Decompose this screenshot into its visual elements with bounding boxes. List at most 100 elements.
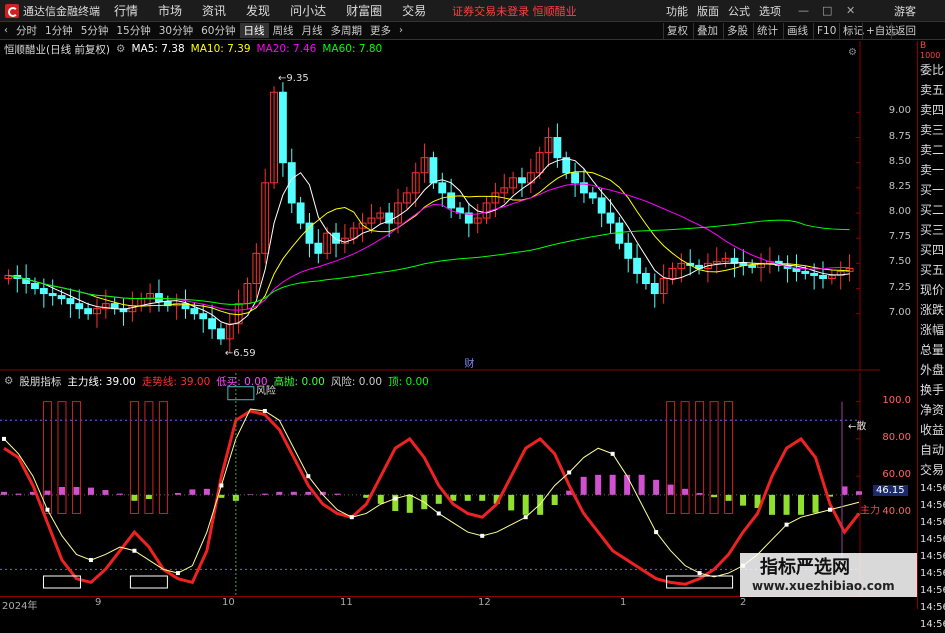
- sidebar-item[interactable]: 外盘: [918, 360, 945, 380]
- btn-back[interactable]: 返回: [891, 23, 919, 39]
- sidebar-item[interactable]: 买三: [918, 220, 945, 240]
- menu-news[interactable]: 资讯: [202, 2, 226, 19]
- sidebar-item[interactable]: 买一: [918, 180, 945, 200]
- candle[interactable]: [624, 242, 633, 259]
- menu-options[interactable]: 选项: [759, 3, 781, 19]
- candle[interactable]: [606, 212, 615, 224]
- period-60min[interactable]: 60分钟: [197, 23, 239, 38]
- period-weekly[interactable]: 周线: [269, 23, 298, 38]
- close-icon[interactable]: ✕: [846, 4, 855, 17]
- menu-functions[interactable]: 功能: [666, 3, 688, 19]
- period-15min[interactable]: 15分钟: [112, 23, 154, 38]
- candle[interactable]: [819, 274, 827, 279]
- candle[interactable]: [39, 288, 48, 295]
- candle[interactable]: [278, 91, 287, 164]
- candle[interactable]: [314, 242, 323, 254]
- period-monthly[interactable]: 月线: [298, 23, 327, 38]
- candle[interactable]: [553, 137, 562, 159]
- candle[interactable]: [190, 308, 199, 315]
- sidebar-item[interactable]: 卖三: [918, 120, 945, 140]
- candle[interactable]: [801, 270, 810, 274]
- period-1min[interactable]: 1分钟: [41, 23, 77, 38]
- sidebar-item[interactable]: 卖四: [918, 100, 945, 120]
- histogram-bar: [131, 494, 138, 501]
- period-tick[interactable]: 分时: [12, 23, 41, 38]
- candle[interactable]: [75, 303, 84, 310]
- btn-multistock[interactable]: 多股: [723, 23, 751, 39]
- btn-f10[interactable]: F10: [813, 23, 839, 39]
- candle[interactable]: [57, 295, 66, 300]
- candle[interactable]: [518, 177, 526, 184]
- menu-trade[interactable]: 交易: [402, 2, 426, 19]
- candle[interactable]: [588, 192, 597, 199]
- candle[interactable]: [199, 313, 208, 320]
- settings-icon[interactable]: ⚙: [116, 43, 125, 55]
- kline-chart[interactable]: ←9.35 ←6.59 财 ⚙: [0, 41, 880, 371]
- sidebar-item[interactable]: 买五: [918, 260, 945, 280]
- sidebar-time: 14:56: [920, 619, 945, 630]
- candle[interactable]: [296, 202, 305, 224]
- sidebar-item[interactable]: 收益: [918, 420, 945, 440]
- menu-layout[interactable]: 版面: [697, 3, 719, 19]
- menu-market[interactable]: 行情: [114, 2, 138, 19]
- maximize-icon[interactable]: □: [822, 4, 832, 17]
- btn-overlay[interactable]: 叠加: [693, 23, 721, 39]
- chevron-right-icon[interactable]: ›: [395, 25, 407, 36]
- candle[interactable]: [438, 182, 447, 194]
- sidebar-item[interactable]: 委比: [918, 60, 945, 80]
- sidebar-item[interactable]: 自动: [918, 440, 945, 460]
- period-multi[interactable]: 多周期: [327, 23, 367, 38]
- candle[interactable]: [31, 283, 39, 290]
- period-daily[interactable]: 日线: [239, 23, 269, 38]
- candle[interactable]: [332, 232, 340, 244]
- histogram-bar: [261, 493, 268, 495]
- guest-label[interactable]: 游客: [894, 3, 916, 19]
- sidebar-item[interactable]: 卖二: [918, 140, 945, 160]
- quote-sidebar: B 1000 委比 卖五 卖四 卖三 卖二 卖一 买一 买二 买三 买四 买五 现价 涨跌 涨幅 总量 外盘 换手净…: [917, 41, 945, 630]
- btn-stats[interactable]: 统计: [753, 23, 781, 39]
- menu-markets[interactable]: 市场: [158, 2, 182, 19]
- sidebar-item[interactable]: 现价: [918, 280, 945, 300]
- candle[interactable]: [810, 272, 819, 276]
- menu-ask[interactable]: 问小达: [290, 2, 326, 19]
- sidebar-item[interactable]: 买四: [918, 240, 945, 260]
- chevron-left-icon[interactable]: ‹: [0, 25, 12, 36]
- period-more[interactable]: 更多: [366, 23, 395, 38]
- btn-adjust[interactable]: 复权: [663, 23, 691, 39]
- candle[interactable]: [155, 293, 163, 303]
- candle[interactable]: [217, 328, 225, 340]
- candle[interactable]: [597, 197, 606, 214]
- sidebar-item[interactable]: 交易: [918, 460, 945, 480]
- menu-wealth[interactable]: 财富圈: [346, 2, 382, 19]
- candle[interactable]: [642, 272, 650, 285]
- sidebar-item[interactable]: 净资: [918, 400, 945, 420]
- period-30min[interactable]: 30分钟: [155, 23, 197, 38]
- candle[interactable]: [429, 157, 438, 184]
- sidebar-item[interactable]: 涨幅: [918, 320, 945, 340]
- menu-formula[interactable]: 公式: [728, 3, 750, 19]
- candle[interactable]: [66, 298, 75, 305]
- candle[interactable]: [48, 293, 57, 297]
- login-warning[interactable]: 证券交易未登录 恒顺醋业: [452, 3, 577, 19]
- indicator-settings-icon[interactable]: ⚙: [4, 375, 13, 387]
- sidebar-item[interactable]: 卖五: [918, 80, 945, 100]
- candle[interactable]: [208, 318, 216, 330]
- sidebar-item[interactable]: 总量: [918, 340, 945, 360]
- candle[interactable]: [447, 192, 456, 209]
- sidebar-item[interactable]: 买二: [918, 200, 945, 220]
- sidebar-item[interactable]: 涨跌: [918, 300, 945, 320]
- candle[interactable]: [650, 283, 659, 295]
- minimize-icon[interactable]: —: [798, 4, 809, 17]
- candle[interactable]: [84, 308, 93, 315]
- candle[interactable]: [305, 222, 314, 244]
- sidebar-item[interactable]: 换手: [918, 380, 945, 400]
- candle[interactable]: [633, 257, 641, 274]
- candle[interactable]: [792, 267, 801, 272]
- candle[interactable]: [571, 172, 580, 184]
- candle[interactable]: [748, 264, 757, 268]
- menu-discover[interactable]: 发现: [246, 2, 270, 19]
- candle[interactable]: [562, 157, 571, 174]
- period-5min[interactable]: 5分钟: [77, 23, 113, 38]
- sidebar-item[interactable]: 卖一: [918, 160, 945, 180]
- btn-draw[interactable]: 画线: [783, 23, 811, 39]
